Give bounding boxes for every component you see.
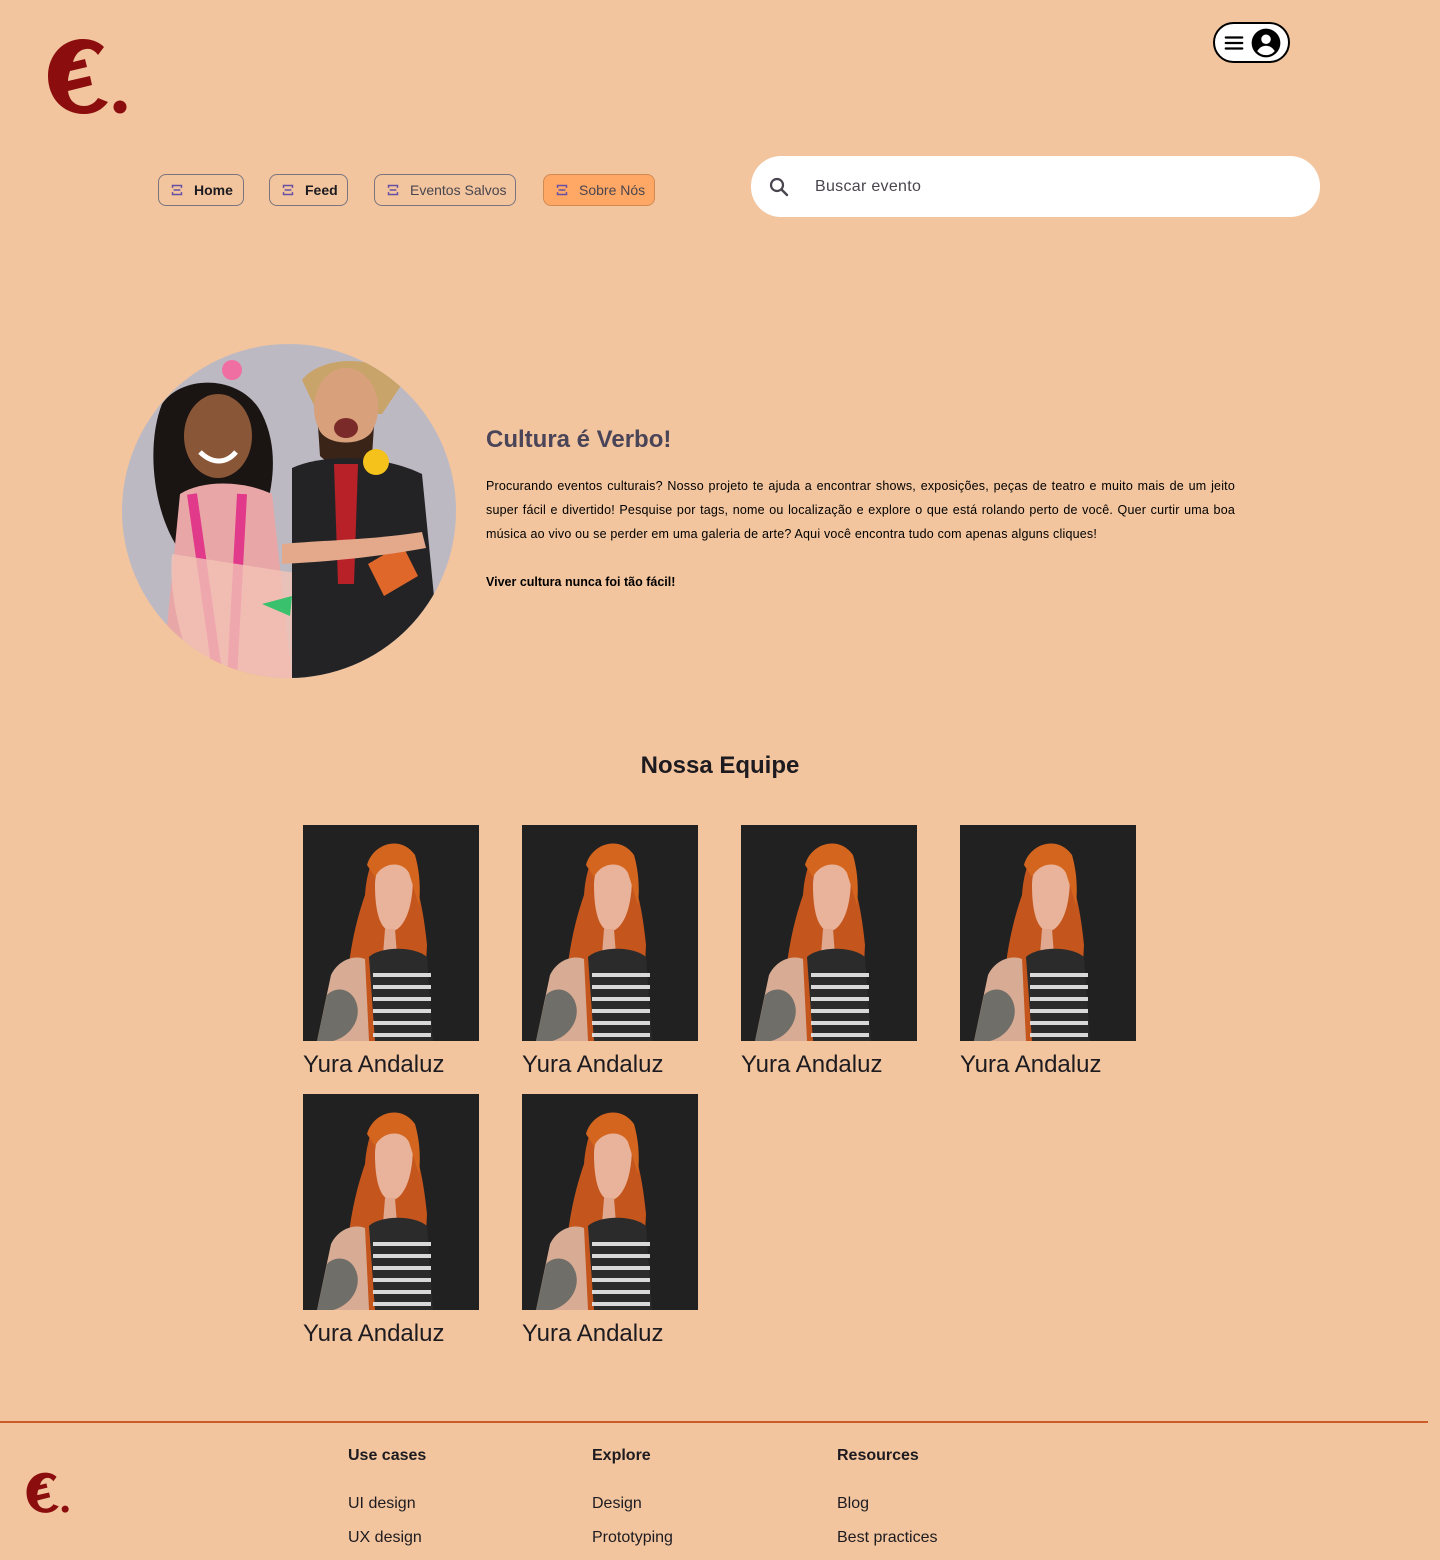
hero-image — [122, 344, 456, 678]
footer-heading: Use cases — [348, 1447, 427, 1464]
brand-logo[interactable] — [46, 36, 130, 118]
ticket-icon — [553, 181, 571, 199]
team-member-card[interactable]: Yura Andaluz — [522, 825, 698, 1079]
footer-link[interactable]: UI design — [348, 1495, 426, 1529]
team-member-card[interactable]: Yura Andaluz — [741, 825, 917, 1079]
team-member-name: Yura Andaluz — [303, 1320, 445, 1347]
hero-description: Procurando eventos culturais? Nosso proj… — [486, 479, 1235, 541]
footer-column-resources: Resources Blog Best practices — [837, 1447, 937, 1560]
footer-heading: Explore — [592, 1447, 651, 1464]
search-input[interactable] — [815, 177, 1255, 196]
account-circle-icon — [1251, 28, 1280, 57]
account-menu-button[interactable] — [1213, 22, 1290, 63]
ticket-icon — [279, 181, 297, 199]
team-member-photo — [303, 825, 479, 1041]
team-member-name: Yura Andaluz — [522, 1051, 664, 1078]
team-member-card[interactable]: Yura Andaluz — [303, 825, 479, 1079]
footer-column-use-cases: Use cases UI design UX design — [348, 1447, 426, 1560]
team-member-name: Yura Andaluz — [303, 1051, 445, 1078]
hero-tagline: Viver cultura nunca foi tão fácil! — [486, 575, 676, 589]
footer-link[interactable]: UX design — [348, 1529, 426, 1560]
team-member-photo — [960, 825, 1136, 1041]
nav-chip-sobre-nos[interactable]: Sobre Nós — [543, 174, 655, 206]
footer-link[interactable]: Prototyping — [592, 1529, 673, 1560]
footer-column-explore: Explore Design Prototyping — [592, 1447, 673, 1560]
search-bar[interactable] — [751, 156, 1320, 217]
team-member-name: Yura Andaluz — [960, 1051, 1102, 1078]
team-section-title: Nossa Equipe — [640, 752, 800, 779]
nav-chip-label: Feed — [305, 182, 338, 198]
team-member-card[interactable]: Yura Andaluz — [303, 1094, 479, 1348]
team-member-photo — [303, 1094, 479, 1310]
team-member-card[interactable]: Yura Andaluz — [522, 1094, 698, 1348]
nav-chip-label: Sobre Nós — [579, 182, 646, 198]
team-member-name: Yura Andaluz — [741, 1051, 883, 1078]
footer-link[interactable]: Design — [592, 1495, 673, 1529]
nav-chip-home[interactable]: Home — [158, 174, 244, 206]
footer-heading: Resources — [837, 1447, 919, 1464]
search-icon[interactable] — [767, 175, 791, 199]
footer-link[interactable]: Blog — [837, 1495, 937, 1529]
team-member-name: Yura Andaluz — [522, 1320, 664, 1347]
nav-chip-label: Eventos Salvos — [410, 182, 507, 198]
footer-divider — [0, 1421, 1428, 1423]
footer-link[interactable]: Best practices — [837, 1529, 937, 1560]
team-member-card[interactable]: Yura Andaluz — [960, 825, 1136, 1079]
footer-brand-logo[interactable] — [25, 1471, 71, 1515]
hero-title: Cultura é Verbo! — [486, 426, 672, 453]
team-member-photo — [522, 825, 698, 1041]
nav-chip-label: Home — [194, 182, 233, 198]
nav-chip-eventos-salvos[interactable]: Eventos Salvos — [374, 174, 516, 206]
ticket-icon — [168, 181, 186, 199]
nav-chip-feed[interactable]: Feed — [269, 174, 348, 206]
team-member-photo — [522, 1094, 698, 1310]
team-member-photo — [741, 825, 917, 1041]
hamburger-menu-icon — [1224, 35, 1243, 50]
ticket-icon — [384, 181, 402, 199]
